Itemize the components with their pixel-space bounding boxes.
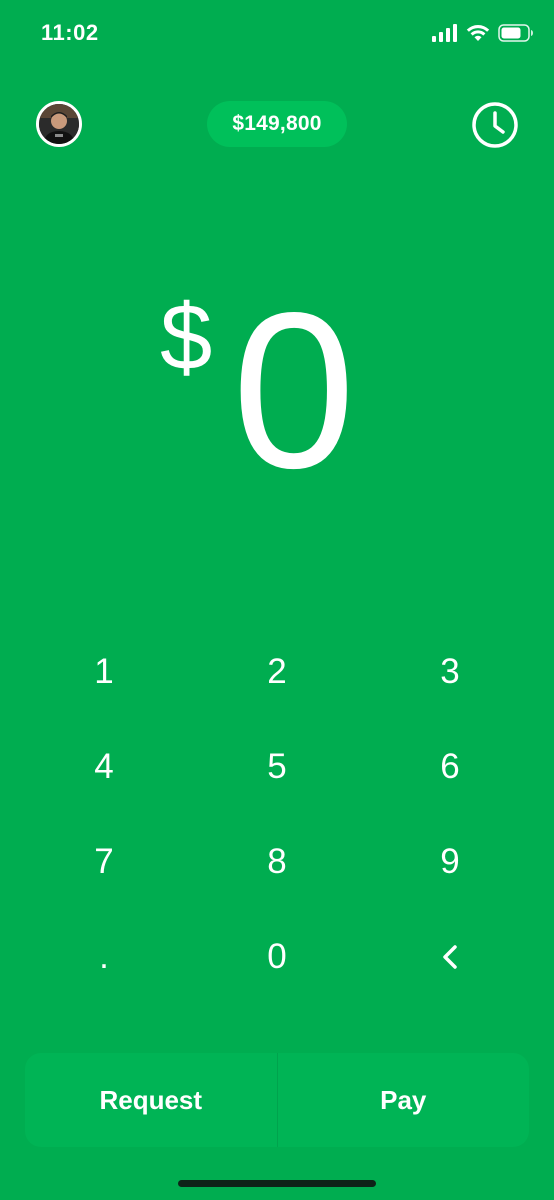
user-avatar-icon xyxy=(39,104,79,144)
amount-value: 0 xyxy=(232,267,356,515)
request-button[interactable]: Request xyxy=(25,1053,277,1147)
home-indicator xyxy=(178,1180,376,1187)
balance-button[interactable]: $149,800 xyxy=(207,101,347,147)
action-bar: Request Pay xyxy=(25,1053,529,1147)
key-1[interactable]: 1 xyxy=(44,632,164,712)
profile-avatar[interactable] xyxy=(36,101,82,147)
key-5[interactable]: 5 xyxy=(217,727,337,807)
key-4[interactable]: 4 xyxy=(44,727,164,807)
status-bar: 11:02 xyxy=(0,0,554,70)
signal-icon xyxy=(432,24,457,42)
wifi-icon xyxy=(466,25,490,41)
key-0[interactable]: 0 xyxy=(217,917,337,997)
pay-button[interactable]: Pay xyxy=(278,1053,530,1147)
key-2[interactable]: 2 xyxy=(217,632,337,712)
status-time: 11:02 xyxy=(41,20,99,45)
status-icons xyxy=(432,24,534,42)
key-7[interactable]: 7 xyxy=(44,822,164,902)
key-decimal[interactable]: . xyxy=(44,917,164,997)
amount-display: $ 0 xyxy=(0,280,554,502)
chevron-left-icon xyxy=(443,945,457,969)
currency-symbol: $ xyxy=(160,284,213,389)
key-backspace[interactable] xyxy=(390,917,510,997)
number-keypad: 1 2 3 4 5 6 7 8 9 . 0 xyxy=(0,625,554,1005)
activity-clock-icon[interactable] xyxy=(471,101,519,149)
battery-icon xyxy=(498,24,533,42)
key-8[interactable]: 8 xyxy=(217,822,337,902)
key-9[interactable]: 9 xyxy=(390,822,510,902)
key-6[interactable]: 6 xyxy=(390,727,510,807)
key-3[interactable]: 3 xyxy=(390,632,510,712)
